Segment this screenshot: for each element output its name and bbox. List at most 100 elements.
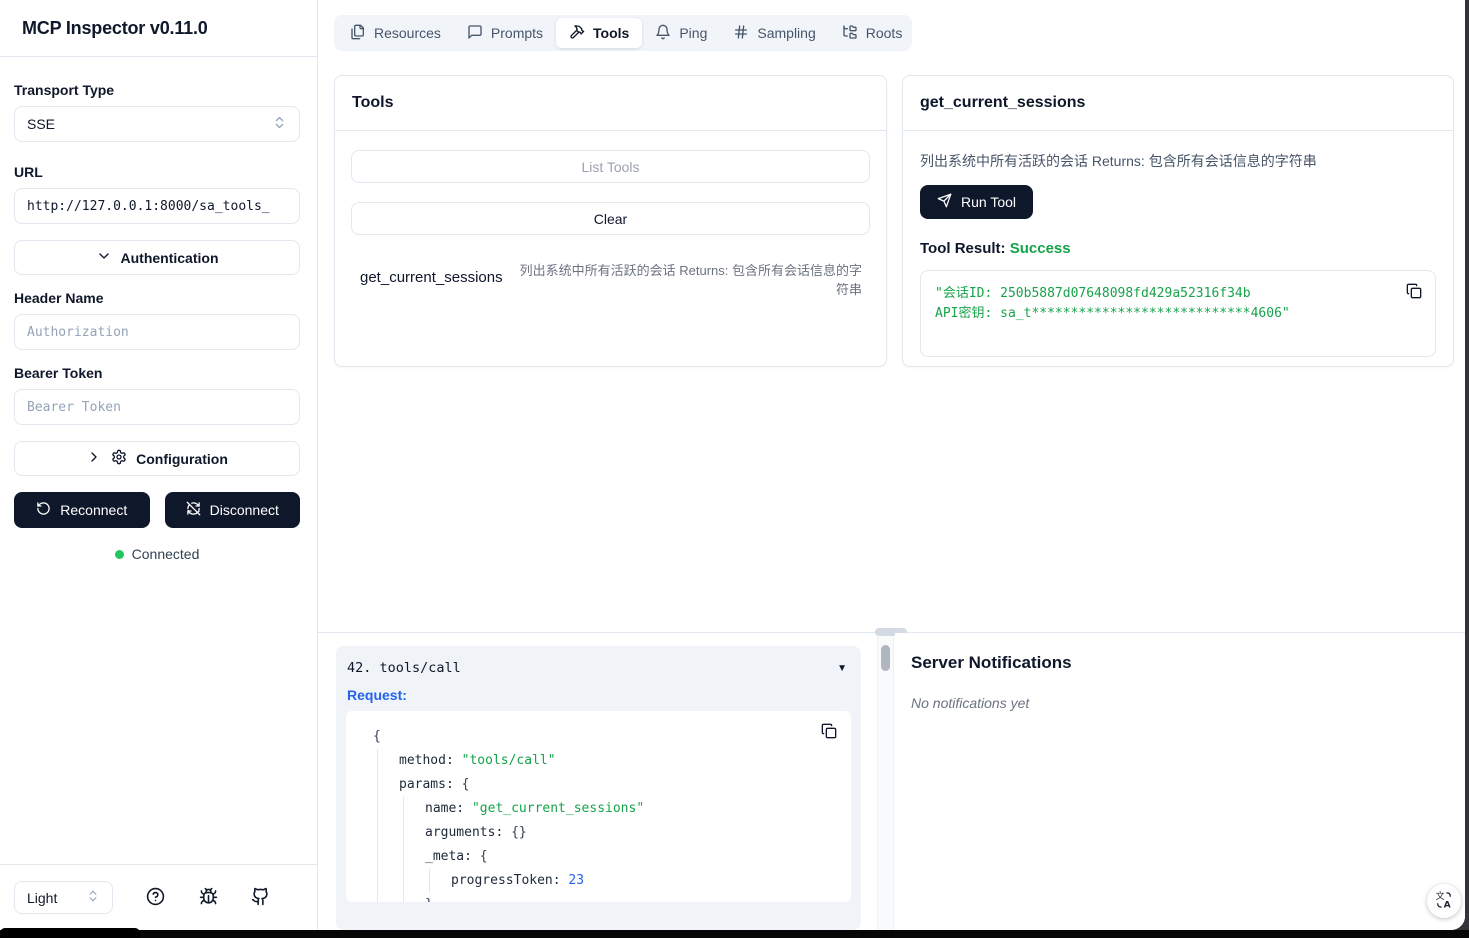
tool-result-label: Tool Result: Success xyxy=(920,240,1436,257)
history-pane: 42. tools/call ▼ Request: { method: "tool… xyxy=(318,633,877,930)
tab-sampling[interactable]: Sampling xyxy=(720,18,828,48)
bearer-token-input[interactable] xyxy=(14,389,300,425)
url-input[interactable] xyxy=(14,188,300,224)
run-tool-label: Run Tool xyxy=(961,194,1017,210)
status-dot-icon xyxy=(114,549,124,559)
disconnect-label: Disconnect xyxy=(209,502,279,518)
message-square-icon xyxy=(467,24,483,43)
transport-type-label: Transport Type xyxy=(14,82,115,98)
transport-type-value: SSE xyxy=(27,116,56,132)
github-button[interactable] xyxy=(251,887,270,909)
send-icon xyxy=(937,193,952,211)
bottom-section: 42. tools/call ▼ Request: { method: "tool… xyxy=(318,628,1465,930)
copy-icon xyxy=(821,723,837,742)
indent-guide xyxy=(377,749,378,902)
configuration-toggle-button[interactable]: Configuration xyxy=(14,441,300,476)
tab-bar: Resources Prompts Tools Ping Sampling Ro… xyxy=(334,15,912,51)
disconnect-button[interactable]: Disconnect xyxy=(164,492,300,528)
reconnect-label: Reconnect xyxy=(60,502,128,518)
gear-icon xyxy=(111,449,127,468)
tool-list-item[interactable]: get_current_sessions 列出系统中所有活跃的会话 Return… xyxy=(351,261,870,299)
tool-detail-title: get_current_sessions xyxy=(903,76,1453,131)
copy-result-button[interactable] xyxy=(1406,283,1422,302)
connection-status: Connected xyxy=(14,546,300,562)
tab-ping[interactable]: Ping xyxy=(642,18,720,48)
history-entry-card: 42. tools/call ▼ Request: { method: "tool… xyxy=(336,646,861,930)
clear-button[interactable]: Clear xyxy=(351,202,870,235)
tab-tools[interactable]: Tools xyxy=(556,18,643,48)
horizontal-scrollbar-thumb[interactable] xyxy=(0,928,140,938)
collapse-caret-icon[interactable]: ▼ xyxy=(837,663,847,674)
tool-detail-panel: get_current_sessions 列出系统中所有活跃的会话 Return… xyxy=(902,75,1454,367)
history-entry-label: 42. tools/call xyxy=(347,660,461,676)
configuration-label: Configuration xyxy=(136,450,228,467)
help-button[interactable] xyxy=(146,887,165,909)
json-line: progressToken: 23 xyxy=(451,873,585,888)
chevrons-up-down-icon xyxy=(86,889,100,906)
request-label: Request: xyxy=(347,687,407,703)
github-icon xyxy=(251,887,270,909)
json-line: method: "tools/call" xyxy=(399,753,556,768)
bearer-token-label: Bearer Token xyxy=(14,365,103,381)
translate-button[interactable]: 文 A xyxy=(1427,884,1461,918)
folder-tree-icon xyxy=(842,24,858,43)
bell-icon xyxy=(655,24,671,43)
json-line: } xyxy=(360,893,837,902)
request-json-block: { method: "tools/call" params: { name: "get… xyxy=(346,711,851,902)
hammer-icon xyxy=(569,24,585,43)
rotate-ccw-icon xyxy=(36,501,51,519)
tool-item-name: get_current_sessions xyxy=(360,269,503,286)
tab-label: Roots xyxy=(865,25,903,41)
report-bug-button[interactable] xyxy=(199,887,218,909)
chevron-down-icon xyxy=(96,248,112,267)
hash-icon xyxy=(733,24,749,43)
files-icon xyxy=(350,24,366,43)
history-scrollbar-thumb[interactable] xyxy=(881,645,890,671)
copy-icon xyxy=(1406,283,1422,302)
header-name-input[interactable] xyxy=(14,314,300,350)
url-label: URL xyxy=(14,164,43,180)
json-line: params: { xyxy=(399,777,470,792)
horizontal-scrollbar[interactable] xyxy=(0,928,1469,938)
tab-label: Tools xyxy=(593,25,630,41)
tool-result-line: API密钥: sa_t****************************4… xyxy=(935,306,1290,321)
transport-type-select[interactable]: SSE xyxy=(14,106,300,142)
sidebar: MCP Inspector v0.11.0 Transport Type SSE… xyxy=(0,0,318,930)
tools-panel: Tools List Tools Clear get_current_sessi… xyxy=(334,75,887,367)
json-line: { xyxy=(373,729,381,744)
reconnect-button[interactable]: Reconnect xyxy=(14,492,150,528)
tab-roots[interactable]: Roots xyxy=(829,18,916,48)
mcp-inspector-app: MCP Inspector v0.11.0 Transport Type SSE… xyxy=(0,0,1465,930)
server-notifications-title: Server Notifications xyxy=(911,653,1072,672)
list-tools-button[interactable]: List Tools xyxy=(351,150,870,183)
tab-label: Ping xyxy=(679,25,708,41)
tab-label: Resources xyxy=(374,25,441,41)
tab-label: Sampling xyxy=(757,25,816,41)
tool-detail-description: 列出系统中所有活跃的会话 Returns: 包含所有会话信息的字符串 xyxy=(920,153,1317,169)
copy-request-button[interactable] xyxy=(821,723,837,742)
tool-result-status: Success xyxy=(1009,240,1071,257)
refresh-off-icon xyxy=(186,501,201,519)
tool-result-block: "会话ID: 250b5887d07648098fd429a52316f34b … xyxy=(920,270,1436,357)
json-line: name: "get_current_sessions" xyxy=(425,801,645,816)
authentication-label: Authentication xyxy=(120,249,219,266)
sidebar-header: MCP Inspector v0.11.0 xyxy=(0,0,317,57)
tab-prompts[interactable]: Prompts xyxy=(454,18,556,48)
tool-item-description: 列出系统中所有活跃的会话 Returns: 包含所有会话信息的字符串 xyxy=(519,263,862,297)
theme-select[interactable]: Light xyxy=(14,881,113,914)
tab-label: Prompts xyxy=(490,25,544,41)
run-tool-button[interactable]: Run Tool xyxy=(920,185,1034,219)
tab-resources[interactable]: Resources xyxy=(337,18,454,48)
notifications-empty-text: No notifications yet xyxy=(911,695,1030,711)
request-json-code: { method: "tools/call" params: { name: "get… xyxy=(360,725,837,902)
status-label: Connected xyxy=(131,546,200,562)
indent-guide xyxy=(429,869,430,893)
authentication-toggle-button[interactable]: Authentication xyxy=(14,240,300,275)
history-entry-header[interactable]: 42. tools/call ▼ xyxy=(346,656,851,680)
main-content: Resources Prompts Tools Ping Sampling Ro… xyxy=(319,0,1465,632)
history-scrollbar[interactable] xyxy=(877,633,894,930)
tool-result-line: "会话ID: 250b5887d07648098fd429a52316f34b xyxy=(935,286,1251,301)
svg-text:A: A xyxy=(1444,899,1452,910)
theme-value: Light xyxy=(27,889,58,906)
indent-guide xyxy=(403,797,404,902)
